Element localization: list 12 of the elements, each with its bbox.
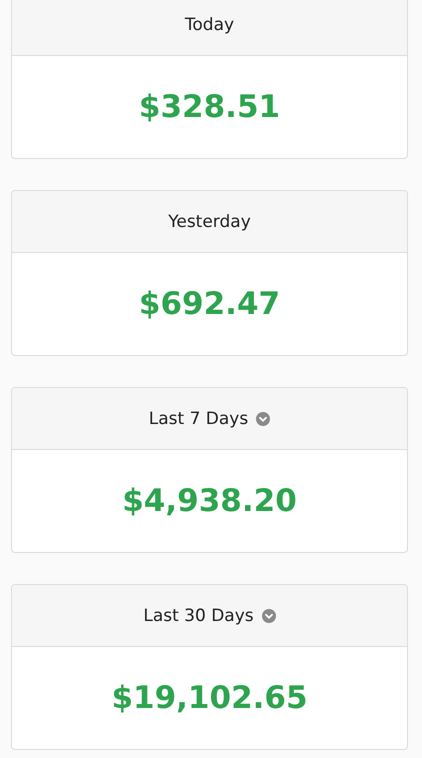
chevron-down-icon[interactable] <box>262 608 276 622</box>
chevron-down-icon[interactable] <box>256 412 270 426</box>
card-header[interactable]: Last 7 Days <box>12 388 407 450</box>
amount-value: $4,938.20 <box>122 483 297 519</box>
card-header[interactable]: Last 30 Days <box>12 585 407 647</box>
amount-value: $328.51 <box>138 89 280 125</box>
period-title: Last 30 Days <box>143 606 254 626</box>
amount-value: $692.47 <box>138 286 280 322</box>
period-title: Today <box>184 14 234 34</box>
period-title: Yesterday <box>168 212 251 232</box>
amount-value: $19,102.65 <box>111 680 308 716</box>
period-title: Last 7 Days <box>148 408 248 428</box>
